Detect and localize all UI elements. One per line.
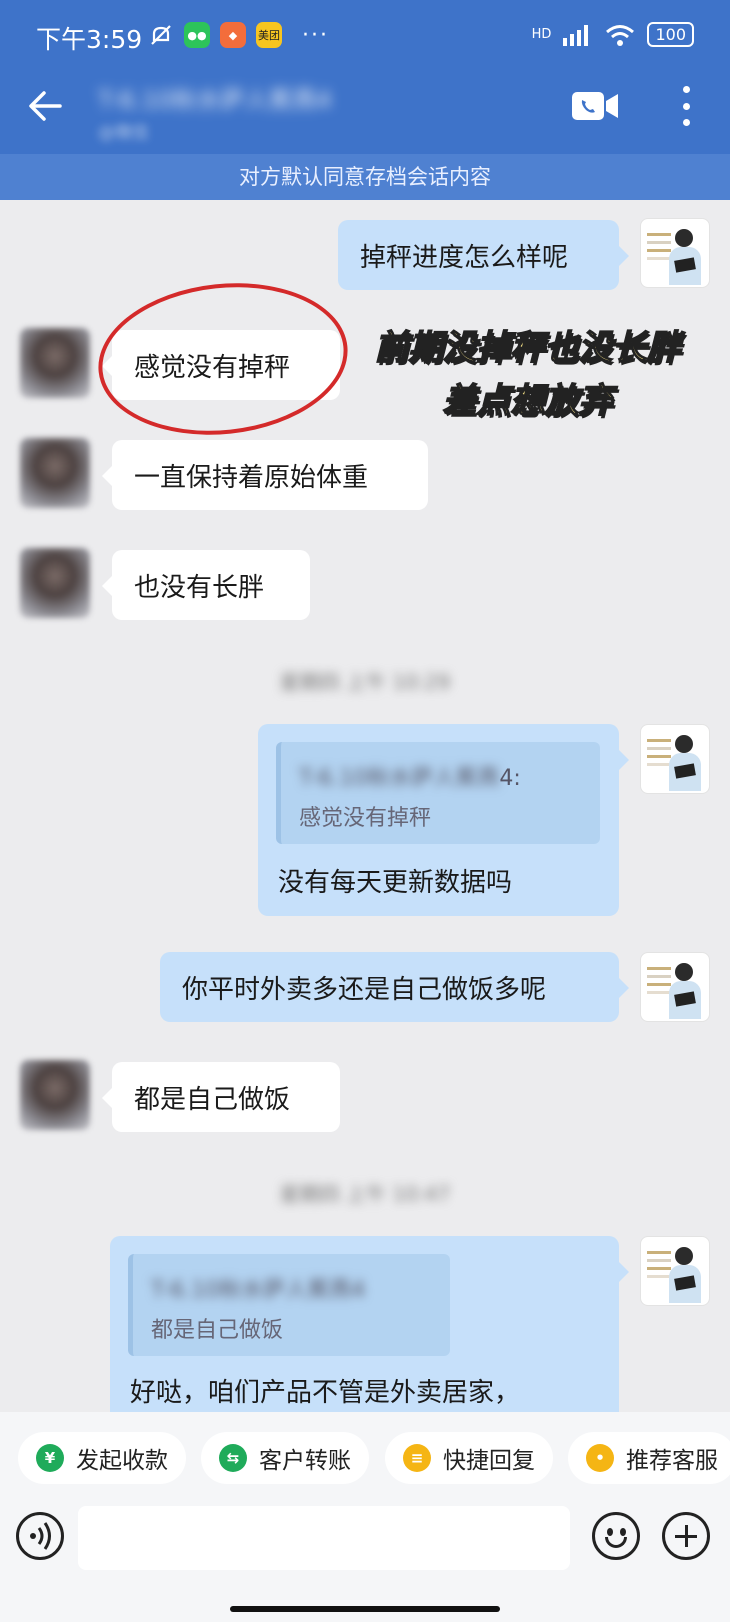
- mute-icon: [151, 25, 171, 45]
- message-bubble-sent-reply[interactable]: T-6.10秋水萨人蕉燕4 都是自己做饭 好哒，咱们产品不管是外卖居家，: [110, 1236, 629, 1412]
- emoji-icon[interactable]: [592, 1512, 640, 1560]
- recommend-service-button[interactable]: • 推荐客服: [568, 1432, 730, 1484]
- message-bubble-received[interactable]: 一直保持着原始体重: [102, 440, 428, 510]
- message-timestamp: 星期四 上午 10:29: [279, 670, 451, 694]
- payment-icon: ¥: [36, 1444, 64, 1472]
- voice-input-icon[interactable]: [16, 1512, 64, 1560]
- video-call-icon[interactable]: [572, 92, 618, 120]
- avatar-contact[interactable]: [20, 328, 90, 398]
- shopping-icon: ◆: [220, 22, 246, 48]
- quoted-sender: T-6.10秋水萨人蕉燕4: [151, 1278, 366, 1303]
- battery-indicator: 100: [647, 22, 694, 47]
- message-text: 好哒，咱们产品不管是外卖居家，: [130, 1378, 521, 1408]
- action-label: 发起收款: [76, 1448, 168, 1474]
- message-input-bar: [0, 1502, 730, 1622]
- highlight-circle: [90, 271, 356, 447]
- recommend-service-icon: •: [586, 1444, 614, 1472]
- avatar-contact[interactable]: [20, 438, 90, 508]
- message-text: 没有每天更新数据吗: [278, 868, 513, 898]
- back-arrow-icon[interactable]: [26, 86, 66, 126]
- quick-action-bar: ¥ 发起收款 ⇆ 客户转账 ≡ 快捷回复 • 推荐客服: [0, 1412, 730, 1502]
- status-time: 下午3:59: [36, 25, 143, 54]
- annotation-line-2: 差点想放弃: [442, 380, 614, 421]
- annotation-line-1: 前期没掉秤也没长胖: [374, 327, 682, 368]
- message-timestamp: 星期四 上午 10:47: [279, 1182, 451, 1206]
- chat-messages[interactable]: 掉秤进度怎么样呢 感觉没有掉秤 前期没掉秤也没长胖 差点想放弃 一直保持着原始体…: [0, 200, 730, 1412]
- quick-reply-icon: ≡: [403, 1444, 431, 1472]
- avatar-self[interactable]: [640, 218, 710, 288]
- wifi-icon: [606, 24, 635, 46]
- message-bubble-received[interactable]: 都是自己做饭: [102, 1062, 340, 1132]
- wechat-icon: ●●: [184, 22, 210, 48]
- signal-icon: [563, 24, 589, 46]
- message-text: 都是自己做饭: [134, 1084, 291, 1115]
- avatar-contact[interactable]: [20, 548, 90, 618]
- message-bubble-sent-reply[interactable]: T-6.10秋水萨人蕉燕4: 感觉没有掉秤 没有每天更新数据吗: [258, 724, 629, 916]
- system-icons: HD 100: [532, 22, 694, 47]
- chat-title: T-6.10秋水萨人蕉燕4: [98, 86, 332, 114]
- quoted-sender: T-6.10秋水萨人蕉燕4:: [299, 766, 521, 791]
- customer-transfer-button[interactable]: ⇆ 客户转账: [201, 1432, 369, 1484]
- message-bubble-received[interactable]: 也没有长胖: [102, 550, 310, 620]
- chat-subtitle: @微信: [98, 123, 149, 143]
- hd-signal-label: HD: [531, 27, 552, 42]
- transfer-icon: ⇆: [219, 1444, 247, 1472]
- message-text: 一直保持着原始体重: [134, 462, 369, 493]
- message-text: 你平时外卖多还是自己做饭多呢: [182, 974, 547, 1005]
- status-bar: 下午3:59 ●● ◆ 美团 ··· HD 100: [0, 0, 730, 72]
- quoted-message[interactable]: T-6.10秋水萨人蕉燕4: 感觉没有掉秤: [276, 742, 600, 844]
- notification-icons: ●● ◆ 美团 ···: [148, 22, 329, 48]
- message-text: 掉秤进度怎么样呢: [360, 242, 569, 273]
- more-options-icon[interactable]: [676, 86, 696, 126]
- quoted-text: 感觉没有掉秤: [299, 806, 432, 831]
- annotation-overlay: 前期没掉秤也没长胖 差点想放弃: [355, 322, 700, 427]
- message-bubble-sent[interactable]: 掉秤进度怎么样呢: [338, 220, 629, 290]
- home-indicator[interactable]: [230, 1606, 500, 1612]
- avatar-self[interactable]: [640, 1236, 710, 1306]
- chat-header: T-6.10秋水萨人蕉燕4 @微信: [0, 72, 730, 154]
- avatar-contact[interactable]: [20, 1060, 90, 1130]
- more-notifications: ···: [302, 22, 329, 48]
- avatar-self[interactable]: [640, 724, 710, 794]
- message-text: 也没有长胖: [134, 572, 265, 603]
- action-label: 快捷回复: [443, 1448, 535, 1474]
- avatar-self[interactable]: [640, 952, 710, 1022]
- message-bubble-sent[interactable]: 你平时外卖多还是自己做饭多呢: [160, 952, 629, 1022]
- start-payment-button[interactable]: ¥ 发起收款: [18, 1432, 186, 1484]
- meituan-icon: 美团: [256, 22, 282, 48]
- quoted-text: 都是自己做饭: [151, 1318, 284, 1343]
- action-label: 客户转账: [259, 1448, 351, 1474]
- quoted-message[interactable]: T-6.10秋水萨人蕉燕4 都是自己做饭: [128, 1254, 450, 1356]
- action-label: 推荐客服: [626, 1448, 718, 1474]
- add-attachment-icon[interactable]: [662, 1512, 710, 1560]
- quick-reply-button[interactable]: ≡ 快捷回复: [385, 1432, 553, 1484]
- archive-notice: 对方默认同意存档会话内容: [0, 154, 730, 200]
- message-input[interactable]: [78, 1506, 570, 1570]
